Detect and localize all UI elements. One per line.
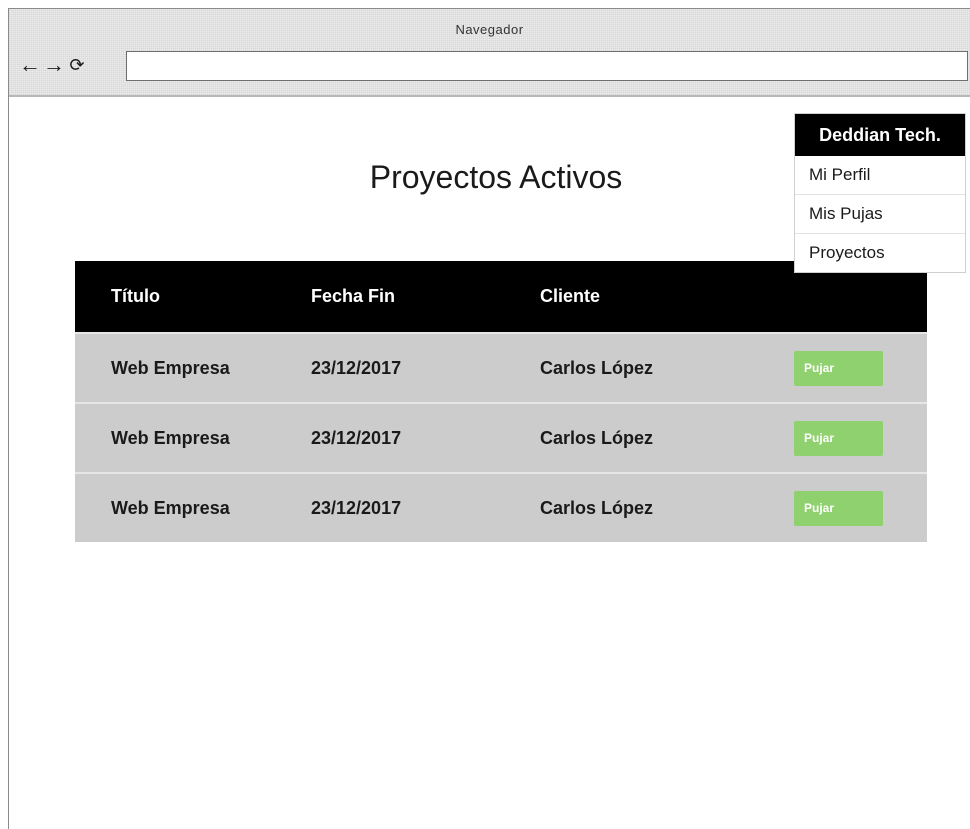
cell-accion: Pujar bbox=[794, 404, 883, 472]
cell-cliente: Carlos López bbox=[540, 497, 654, 518]
column-header-titulo: Título bbox=[111, 286, 160, 306]
menu-header-company[interactable]: Deddian Tech. bbox=[795, 114, 965, 156]
column-header-fecha-fin: Fecha Fin bbox=[311, 286, 396, 306]
bid-button[interactable]: Pujar bbox=[794, 490, 883, 526]
bid-button[interactable]: Pujar bbox=[794, 420, 883, 456]
cell-fecha-fin: 23/12/2017 bbox=[311, 357, 402, 378]
user-dropdown-menu: Deddian Tech. Mi Perfil Mis Pujas Proyec… bbox=[794, 113, 966, 273]
menu-item-proyectos[interactable]: Proyectos bbox=[795, 233, 965, 272]
address-bar-input[interactable] bbox=[126, 51, 968, 81]
table-row: Web Empresa 23/12/2017 Carlos López Puja… bbox=[75, 472, 927, 542]
bid-button[interactable]: Pujar bbox=[794, 350, 883, 386]
column-header-cliente: Cliente bbox=[540, 286, 601, 306]
menu-item-mi-perfil[interactable]: Mi Perfil bbox=[795, 156, 965, 194]
cell-accion: Pujar bbox=[794, 474, 883, 542]
table-row: Web Empresa 23/12/2017 Carlos López Puja… bbox=[75, 332, 927, 402]
cell-fecha-fin: 23/12/2017 bbox=[311, 497, 402, 518]
cell-titulo: Web Empresa bbox=[111, 357, 230, 378]
cell-cliente: Carlos López bbox=[540, 357, 654, 378]
forward-arrow-icon[interactable]: → bbox=[43, 51, 65, 79]
table-row: Web Empresa 23/12/2017 Carlos López Puja… bbox=[75, 402, 927, 472]
window-title: Navegador bbox=[455, 22, 524, 37]
cell-accion: Pujar bbox=[794, 334, 883, 402]
cell-titulo: Web Empresa bbox=[111, 497, 230, 518]
cell-fecha-fin: 23/12/2017 bbox=[311, 427, 402, 448]
projects-table: Título Fecha Fin Cliente Web Empresa 23/… bbox=[75, 261, 927, 542]
browser-toolbar: Navegador ← → ⟳ bbox=[9, 9, 970, 97]
cell-titulo: Web Empresa bbox=[111, 427, 230, 448]
back-arrow-icon[interactable]: ← bbox=[19, 51, 41, 79]
menu-item-mis-pujas[interactable]: Mis Pujas bbox=[795, 194, 965, 233]
refresh-icon[interactable]: ⟳ bbox=[67, 51, 87, 79]
cell-cliente: Carlos López bbox=[540, 427, 654, 448]
